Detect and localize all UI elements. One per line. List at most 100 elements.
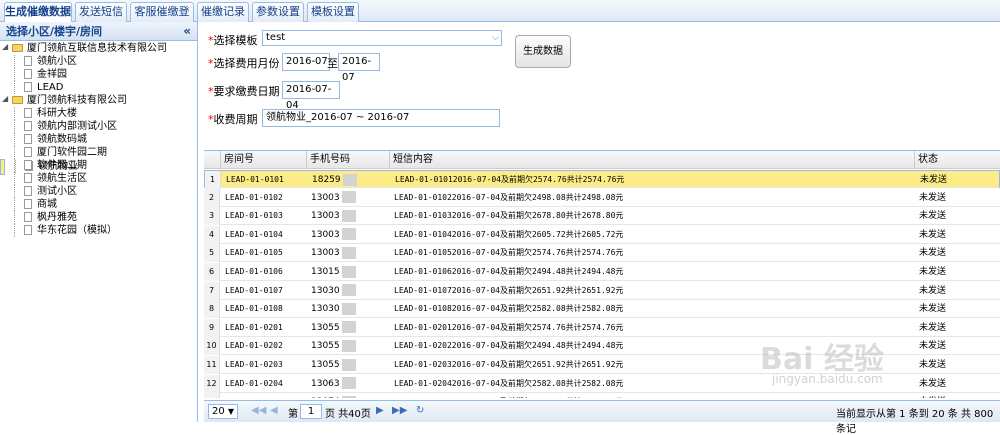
last-page-icon[interactable]: ▶▶ [392,405,407,416]
table-row[interactable]: 5 LEAD-01-0105 13003 LEAD-01-01052016-07-04… [204,244,1000,263]
tree-leaf-node[interactable]: 领航小区 [0,55,197,68]
room-cell-text: LEAD-01-0104 [225,229,283,239]
tree-leaf-node[interactable]: 商城 [0,198,197,211]
table-row[interactable]: 7 LEAD-01-0107 13030 LEAD-01-01072016-07-04… [204,281,1000,300]
tab-collection-records[interactable]: 催缴记录 [197,2,249,22]
tab-parameter-settings[interactable]: 参数设置 [252,2,304,22]
tab-generate-data[interactable]: 生成催缴数据 [4,2,72,23]
table-row[interactable]: 8 LEAD-01-0108 13030 LEAD-01-01082016-07-04… [204,300,1000,319]
tree-leaf-node[interactable]: 测试小区 [0,185,197,198]
chevron-down-icon: ▼ [227,407,235,416]
tree-guide-line [14,159,15,172]
row-number-text: 4 [208,229,215,239]
room-cell: LEAD-01-0103 [221,207,307,225]
status-cell-text: 未发送 [919,397,946,398]
table-row[interactable]: 1 LEAD-01-0101 18259 LEAD-01-01012016-07-04… [204,170,1000,189]
next-page-icon[interactable]: ▶ [376,405,384,416]
tree-node-label: 金祥园 [37,69,67,80]
collapse-icon[interactable]: « [183,22,191,41]
phone-cell-text: 13015 [311,267,340,277]
tree-node-label: 领航小区 [37,56,77,67]
status-cell-text: 未发送 [919,229,947,240]
room-cell-text: LEAD-01-0102 [225,192,283,202]
message-cell: LEAD-01-01052016-07-04及前期欠2574.76共计2574.… [390,244,915,262]
document-icon [24,121,32,131]
phone-cell: 13003 [307,226,390,244]
tree-folder-node[interactable]: ◢ 厦门领航互联信息技术有限公司 [0,42,197,55]
tree-leaf-node[interactable]: 金祥园 [0,68,197,81]
redaction-blur [341,339,356,352]
tree-leaf-node[interactable]: 科研大楼 [0,107,197,120]
refresh-icon[interactable]: ↻ [416,405,424,416]
period-input[interactable]: 领航物业_2016-07 ~ 2016-07 [262,109,500,127]
row-number-text: 8 [208,304,215,314]
document-icon [24,160,32,170]
expand-toggle-icon[interactable]: ◢ [2,95,10,103]
page-size-select[interactable]: 20 ▼ [208,404,238,419]
phone-cell-text: 18259 [312,175,341,185]
tree-leaf-node[interactable]: 华东花园（模拟） [0,224,197,237]
room-cell: LEAD-01-0104 [221,226,307,244]
watermark-url: jingyan.baidu.com [772,372,883,386]
tree-leaf-node[interactable]: 枫丹雅苑 [0,211,197,224]
period-label: *收费周期 [208,113,258,126]
tree-leaf-node[interactable]: 领航生活区 [0,172,197,185]
col-room[interactable]: 房间号 [221,151,307,169]
status-cell-text: 未发送 [919,378,947,389]
row-number-text: 2 [208,192,215,202]
row-number: 4 [204,225,220,244]
tree-leaf-node[interactable]: 厦门软件园二期 [0,146,197,159]
room-cell-text: LEAD-01-0203 [225,360,283,369]
phone-cell-text: 13003 [311,248,340,259]
tree-node-label: 科研大楼 [37,108,77,119]
row-number-text: 11 [206,360,217,369]
tree-node-label: 软件园二期 [37,160,87,171]
tree-guide-line [14,198,15,211]
document-icon [24,147,32,157]
phone-cell: 13063 [307,375,390,393]
room-cell-text: LEAD-01-0108 [225,304,283,314]
room-cell: LEAD-01-0205 [221,393,307,398]
first-page-icon[interactable]: ◀◀ [251,405,266,416]
phone-cell-text: 13030 [311,285,340,296]
col-status[interactable]: 状态 [915,151,1000,169]
table-row[interactable]: 13 LEAD-01-0205 13074 LEAD-01-02052016-07-0… [204,393,1000,398]
tree-leaf-node[interactable]: 领航内部测试小区 [0,120,197,133]
phone-cell-text: 13055 [311,341,340,352]
tree-node-label: 商城 [37,199,57,210]
row-number-text: 9 [208,322,215,332]
table-row[interactable]: 4 LEAD-01-0104 13003 LEAD-01-01042016-07-04… [204,225,1000,244]
due-date-input[interactable]: 2016-07-04 [282,81,340,111]
col-message[interactable]: 短信内容 [390,151,915,169]
tab-service-registration[interactable]: 客服催缴登记 [130,2,194,36]
table-row[interactable]: 3 LEAD-01-0103 13003 LEAD-01-01032016-07-04… [204,207,1000,226]
page-number-input[interactable]: 1 [300,404,322,419]
col-phone[interactable]: 手机号码 [307,151,390,169]
status-cell-text: 未发送 [919,360,947,370]
month-from-input[interactable]: 2016-07 [282,53,330,71]
status-cell: 未发送 [915,189,1000,207]
tree-guide-line [14,146,15,159]
message-cell-text: LEAD-01-02032016-07-04及前期欠2651.92共计2651.… [394,360,624,369]
tree-leaf-node[interactable]: LEAD [0,81,197,94]
tab-send-sms[interactable]: 发送短信 [75,2,127,22]
table-row[interactable]: 2 LEAD-01-0102 13003 LEAD-01-01022016-07-04… [204,188,1000,207]
redaction-blur [341,395,356,398]
room-cell: LEAD-01-0105 [221,244,307,262]
tree-folder-node[interactable]: ◢ 厦门领航科技有限公司 [0,94,197,107]
prev-page-icon[interactable]: ◀ [270,405,278,416]
tree-leaf-node[interactable]: 软件园二期 [0,159,197,172]
status-cell: 未发送 [915,207,1000,225]
expand-toggle-icon[interactable]: ◢ [2,43,10,51]
table-row[interactable]: 6 LEAD-01-0106 13015 LEAD-01-01062016-07-04… [204,263,1000,281]
phone-cell-text: 13030 [311,304,340,315]
generate-data-button[interactable]: 生成数据 [515,35,571,68]
room-cell: LEAD-01-0107 [221,282,307,300]
template-select[interactable]: test ⌵ [262,30,502,46]
document-icon [24,134,32,144]
month-to-input[interactable]: 2016-07 [338,53,380,83]
tab-template-settings[interactable]: 模板设置 [307,2,359,22]
tree-leaf-node[interactable]: 领航数码城 [0,133,197,146]
document-icon [24,56,32,66]
phone-cell-text: 13003 [311,211,340,222]
